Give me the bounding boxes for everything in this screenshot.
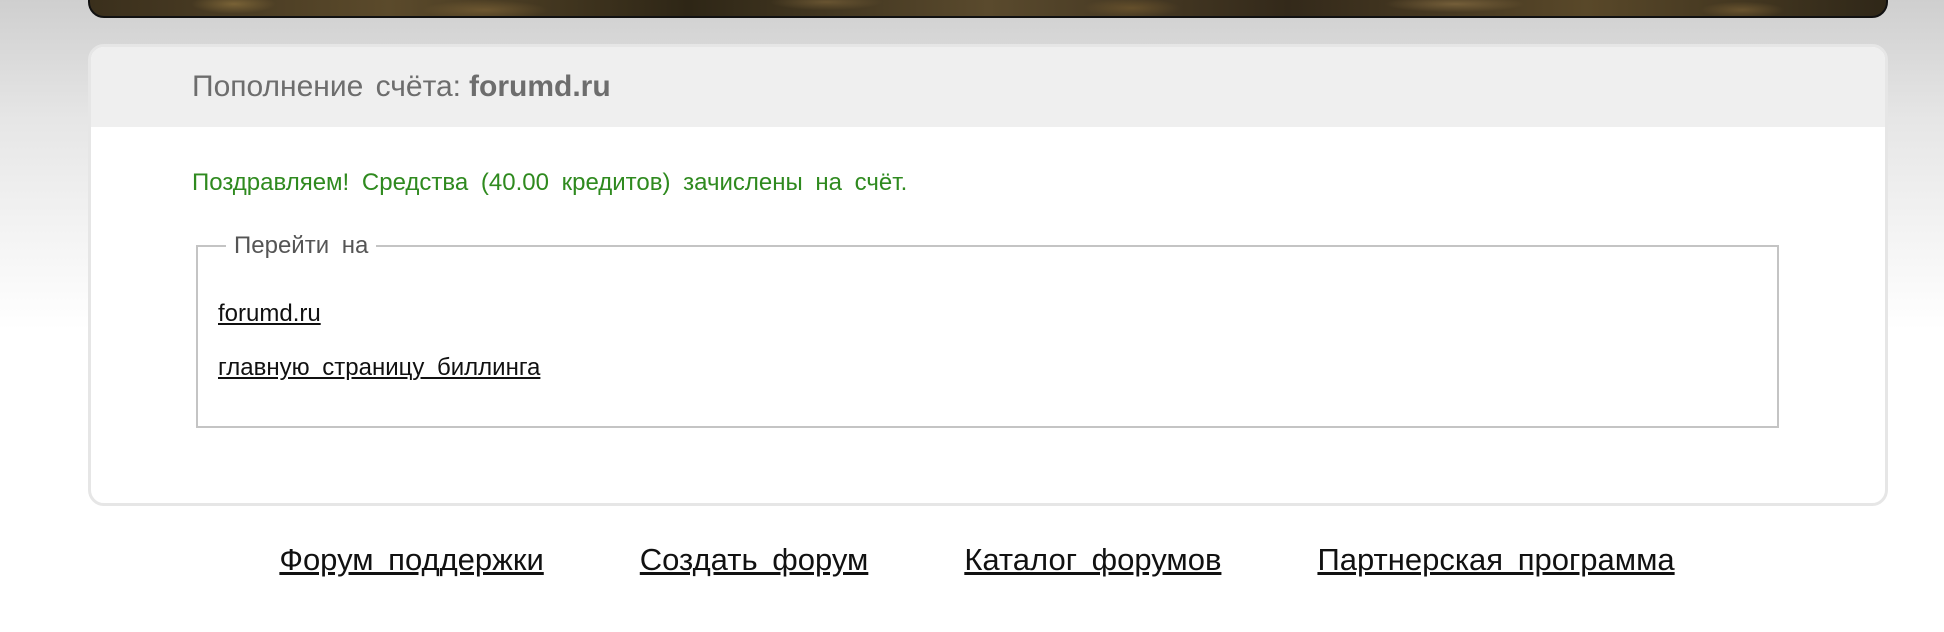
footer-forum-catalog-link[interactable]: Каталог форумов	[964, 542, 1221, 578]
success-message: Поздравляем! Средства (40.00 кредитов) з…	[192, 169, 908, 196]
footer-partner-program-link[interactable]: Партнерская программа	[1317, 542, 1674, 578]
page-title: Пополнение счёта: forumd.ru	[192, 70, 611, 104]
goto-billing-home-link[interactable]: главную страницу биллинга	[218, 354, 1777, 382]
header-banner-image	[88, 0, 1888, 18]
footer-create-forum-link[interactable]: Создать форум	[640, 542, 869, 578]
payment-panel: Пополнение счёта: forumd.ru Поздравляем! …	[88, 44, 1888, 506]
page-title-prefix: Пополнение счёта:	[192, 70, 462, 103]
page-title-site-name: forumd.ru	[469, 70, 611, 103]
goto-forum-link[interactable]: forumd.ru	[218, 300, 1777, 328]
goto-legend: Перейти на	[234, 232, 369, 259]
footer-support-forum-link[interactable]: Форум поддержки	[279, 542, 543, 578]
panel-header: Пополнение счёта: forumd.ru	[91, 47, 1885, 127]
footer-nav: Форум поддержки Создать форум Каталог фо…	[0, 542, 1944, 578]
goto-fieldset: Перейти на forumd.ru главную страницу би…	[196, 232, 1779, 428]
